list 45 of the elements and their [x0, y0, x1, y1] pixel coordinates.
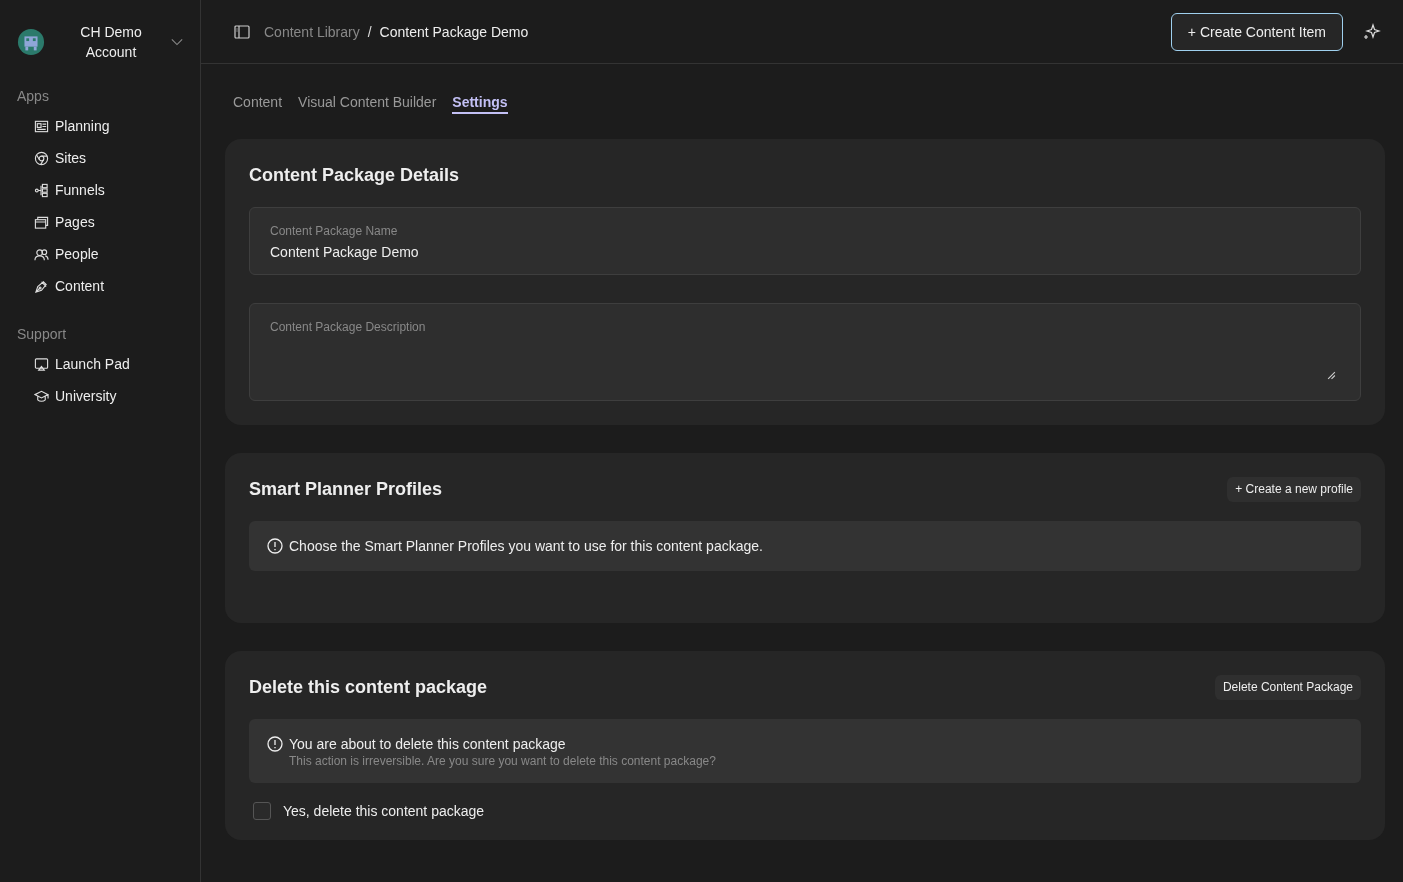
avatar-icon: [17, 28, 45, 56]
name-field[interactable]: Content Package Name Content Package Demo: [249, 207, 1361, 275]
nav-item[interactable]: Pages: [0, 206, 200, 238]
tab[interactable]: Visual Content Builder: [298, 94, 437, 114]
breadcrumb-link[interactable]: Content Library: [264, 23, 360, 40]
sidebar-toggle-icon[interactable]: [234, 24, 250, 39]
confirm-checkbox[interactable]: [253, 802, 271, 820]
description-field[interactable]: Content Package Description: [249, 303, 1361, 401]
card-title: Content Package Details: [249, 164, 461, 187]
create-content-button[interactable]: + Create Content Item: [1170, 12, 1343, 51]
people-icon: [34, 246, 49, 262]
tab[interactable]: Content: [233, 94, 283, 114]
notice-text: Choose the Smart Planner Profiles you want to use for this content package.: [289, 538, 763, 554]
confirm-label[interactable]: Yes, delete this content package: [283, 803, 485, 819]
newspaper-icon: [34, 118, 49, 134]
resize-handle-icon[interactable]: [1327, 371, 1336, 380]
chevron-down-icon[interactable]: [171, 38, 183, 46]
info-icon: [267, 538, 283, 554]
nav-item[interactable]: Content: [0, 270, 200, 302]
section-heading: Apps: [16, 87, 50, 106]
nav-item[interactable]: Launch Pad: [0, 348, 200, 380]
breadcrumb-separator: /: [367, 23, 372, 40]
notice-text: This action is irreversible. Are you sure you want to delete this content package?: [289, 754, 716, 768]
card-title: Smart Planner Profiles: [249, 478, 443, 501]
nav-item[interactable]: Planning: [0, 110, 200, 142]
notice-title: You are about to delete this content package: [289, 736, 567, 752]
info-icon: [267, 736, 283, 752]
card-title: Delete this content package: [249, 676, 488, 699]
windows-icon: [34, 214, 49, 230]
nav-item[interactable]: University: [0, 380, 200, 412]
nav-item[interactable]: People: [0, 238, 200, 270]
create-profile-button[interactable]: + Create a new profile: [1227, 476, 1361, 502]
sparkle-icon[interactable]: [1363, 22, 1381, 41]
breadcrumb-link[interactable]: Content Package Demo: [379, 23, 529, 40]
account-name[interactable]: CH Demo Account: [61, 22, 161, 62]
delete-package-button[interactable]: Delete Content Package: [1214, 674, 1361, 700]
nav-item[interactable]: Sites: [0, 142, 200, 174]
monitor-icon: [34, 356, 49, 372]
graduation-cap-icon: [34, 388, 49, 404]
pen-icon: [34, 278, 49, 294]
globe-icon: [34, 150, 49, 166]
flow-icon: [34, 182, 49, 198]
nav-item[interactable]: Funnels: [0, 174, 200, 206]
tab[interactable]: Settings: [452, 94, 508, 114]
section-heading: Support: [16, 325, 68, 344]
